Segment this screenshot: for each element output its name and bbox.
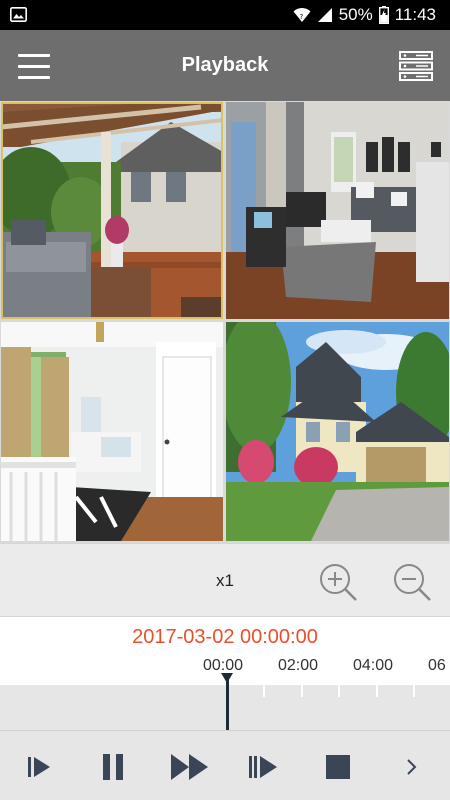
battery-percent: 50% bbox=[338, 5, 373, 24]
image-icon bbox=[10, 7, 27, 22]
video-grid bbox=[0, 101, 450, 543]
timeline-cursor[interactable] bbox=[226, 679, 229, 730]
app-bar: Playback bbox=[0, 30, 450, 101]
playback-control-row: x1 bbox=[0, 543, 450, 617]
pause-icon[interactable] bbox=[91, 745, 135, 789]
frame-step-icon[interactable] bbox=[241, 745, 285, 789]
timeline-minor-tick bbox=[338, 685, 340, 697]
dvr-device-icon[interactable] bbox=[398, 50, 434, 82]
video-channel-4[interactable] bbox=[226, 322, 449, 541]
current-datetime: 2017-03-02 00:00:00 bbox=[132, 626, 318, 648]
timeline-tick-label: 06 bbox=[428, 657, 446, 674]
video-channel-3[interactable] bbox=[1, 322, 223, 541]
timeline-tick-label: 04:00 bbox=[353, 657, 394, 674]
wifi-icon: ? bbox=[293, 7, 311, 23]
signal-icon bbox=[317, 7, 333, 23]
step-play-icon[interactable] bbox=[17, 745, 61, 789]
zoom-in-icon[interactable] bbox=[318, 562, 358, 602]
svg-text:?: ? bbox=[299, 13, 303, 21]
timeline-minor-tick bbox=[263, 685, 265, 697]
playback-speed[interactable]: x1 bbox=[200, 544, 250, 618]
timeline-minor-tick bbox=[413, 685, 415, 697]
page-title: Playback bbox=[181, 54, 269, 76]
zoom-out-icon[interactable] bbox=[392, 562, 432, 602]
video-channel-2[interactable] bbox=[226, 102, 449, 319]
clock: 11:43 bbox=[394, 5, 436, 24]
timeline-minor-tick bbox=[301, 685, 303, 697]
battery-icon bbox=[378, 6, 389, 24]
video-channel-1[interactable] bbox=[1, 102, 223, 319]
timeline-minor-tick bbox=[376, 685, 378, 697]
playback-toolbar bbox=[0, 730, 450, 800]
timeline: 2017-03-02 00:00:00 00:00 02:00 04:00 06 bbox=[0, 617, 450, 730]
timeline-tick-label: 02:00 bbox=[278, 657, 319, 674]
chevron-right-icon[interactable] bbox=[390, 745, 434, 789]
fast-forward-icon[interactable] bbox=[168, 745, 212, 789]
status-bar: ? 50% 11:43 bbox=[0, 0, 450, 30]
stop-icon[interactable] bbox=[316, 745, 360, 789]
timeline-track[interactable] bbox=[0, 685, 450, 730]
